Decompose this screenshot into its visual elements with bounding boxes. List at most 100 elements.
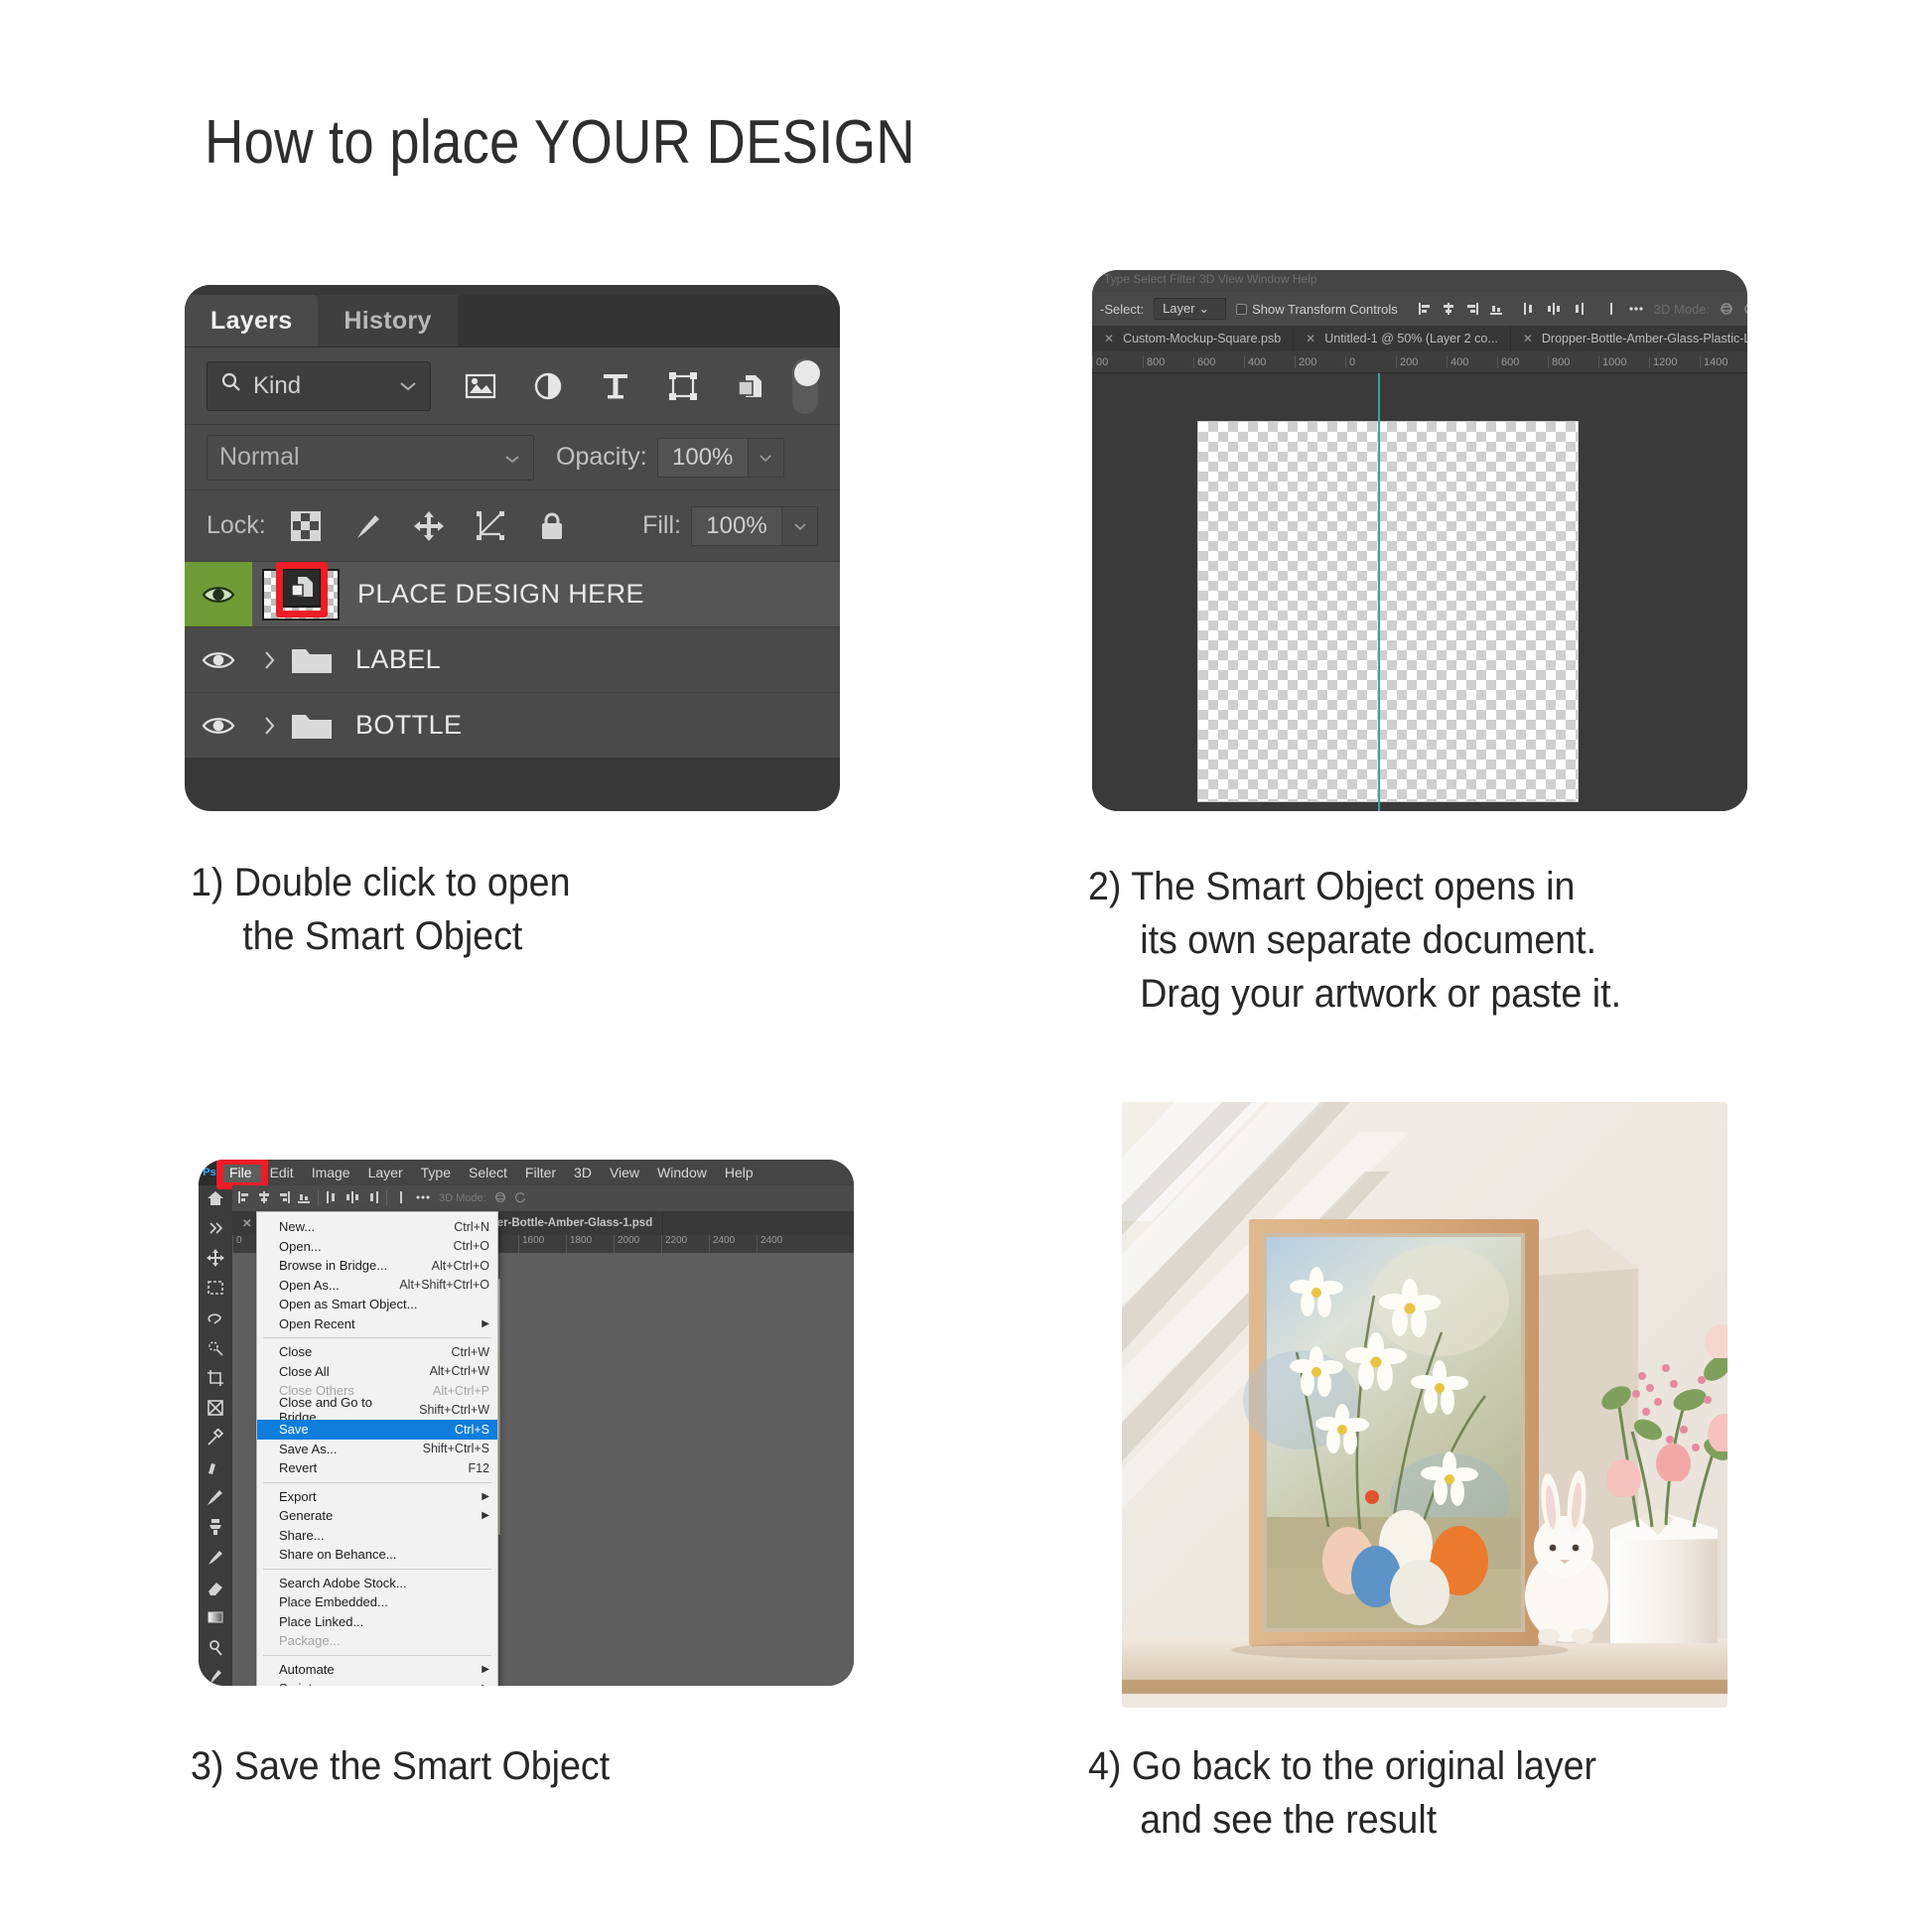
- menu-option-revert[interactable]: Revert F12: [257, 1458, 497, 1478]
- gradient-tool-icon[interactable]: [205, 1608, 226, 1626]
- layer-visibility-toggle[interactable]: [185, 627, 252, 692]
- pen-tool-icon[interactable]: [205, 1668, 226, 1686]
- file-dropdown-menu[interactable]: New... Ctrl+N Open... Ctrl+O Browse in Bri…: [256, 1211, 498, 1686]
- menu-option-open-recent[interactable]: Open Recent ▶: [257, 1314, 497, 1334]
- frame-tool-icon[interactable]: [205, 1399, 226, 1417]
- chevron-right-icon[interactable]: [252, 649, 286, 671]
- distribute-center-icon[interactable]: [346, 1190, 358, 1206]
- opacity-input[interactable]: 100%: [656, 437, 749, 478]
- menu-item-file[interactable]: File: [220, 1160, 261, 1185]
- distribute-left-icon[interactable]: [1523, 301, 1537, 317]
- filter-enable-toggle[interactable]: [792, 357, 820, 414]
- distribute-vertical-icon[interactable]: [395, 1190, 407, 1206]
- menu-option-automate[interactable]: Automate ▶: [257, 1660, 497, 1680]
- menu-item-image[interactable]: Image: [303, 1160, 359, 1185]
- blend-mode-select[interactable]: Normal: [207, 434, 534, 481]
- align-right-icon[interactable]: [278, 1190, 290, 1206]
- eyedropper-tool-icon[interactable]: [205, 1429, 226, 1447]
- menu-option-export[interactable]: Export ▶: [257, 1487, 497, 1507]
- align-bottom-icon[interactable]: [298, 1191, 310, 1206]
- layer-visibility-toggle[interactable]: [185, 562, 252, 626]
- canvas-area[interactable]: [1092, 373, 1747, 811]
- lock-transparent-pixels-icon[interactable]: [286, 506, 326, 546]
- smart-object-icon[interactable]: [731, 366, 770, 406]
- three-d-orbit-icon[interactable]: [494, 1191, 506, 1206]
- lasso-tool-icon[interactable]: [205, 1310, 226, 1327]
- align-left-icon[interactable]: [1418, 301, 1432, 317]
- adjustment-layer-icon[interactable]: [528, 366, 568, 406]
- horizontal-ruler[interactable]: 00 800 600 400 200 0 200 400 600 800 100…: [1092, 351, 1747, 373]
- move-tool-icon[interactable]: [205, 1249, 226, 1268]
- menu-option-share-on-behance[interactable]: Share on Behance...: [257, 1545, 497, 1565]
- lock-artboard-icon[interactable]: [471, 506, 510, 546]
- opacity-chevron-down-icon[interactable]: [748, 437, 784, 478]
- eraser-tool-icon[interactable]: [205, 1579, 226, 1596]
- menu-item-layer[interactable]: Layer: [359, 1160, 412, 1185]
- clone-stamp-tool-icon[interactable]: [205, 1518, 226, 1536]
- menu-option-close[interactable]: Close Ctrl+W: [257, 1342, 497, 1362]
- table-row[interactable]: PLACE DESIGN HERE: [185, 561, 840, 626]
- brush-tool-icon[interactable]: [205, 1488, 226, 1506]
- expand-panel-icon[interactable]: [205, 1219, 226, 1237]
- transparent-artboard[interactable]: [1197, 421, 1579, 802]
- table-row[interactable]: LABEL: [185, 626, 840, 692]
- home-icon[interactable]: [205, 1189, 226, 1207]
- auto-select-scope-dropdown[interactable]: Layer ⌄: [1154, 298, 1227, 320]
- menu-option-generate[interactable]: Generate ▶: [257, 1506, 497, 1526]
- menu-option-search-adobe-stock[interactable]: Search Adobe Stock...: [257, 1574, 497, 1593]
- document-tab[interactable]: ✕ Custom-Mockup-Square.psb: [1092, 326, 1295, 351]
- show-transform-controls-checkbox[interactable]: Show Transform Controls: [1236, 302, 1398, 317]
- menu-option-scripts[interactable]: Scripts ▶: [257, 1679, 497, 1686]
- distribute-center-icon[interactable]: [1547, 301, 1561, 317]
- menu-option-open[interactable]: Open... Ctrl+O: [257, 1237, 497, 1257]
- history-brush-tool-icon[interactable]: [205, 1549, 226, 1567]
- menu-item-edit[interactable]: Edit: [261, 1160, 303, 1185]
- align-right-icon[interactable]: [1465, 301, 1479, 317]
- menu-option-save[interactable]: Save Ctrl+S: [257, 1420, 497, 1440]
- align-left-icon[interactable]: [238, 1190, 250, 1206]
- tab-layers[interactable]: Layers: [185, 295, 319, 346]
- more-options-icon[interactable]: [415, 1191, 431, 1206]
- align-center-horizontal-icon[interactable]: [1442, 301, 1455, 317]
- align-bottom-icon[interactable]: [1489, 301, 1503, 317]
- distribute-vertical-icon[interactable]: [1604, 301, 1618, 317]
- menu-option-close-all[interactable]: Close All Alt+Ctrl+W: [257, 1362, 497, 1382]
- lock-all-icon[interactable]: [532, 506, 572, 546]
- pixel-layer-icon[interactable]: [461, 366, 500, 406]
- menu-option-save-as[interactable]: Save As... Shift+Ctrl+S: [257, 1440, 497, 1459]
- document-tab[interactable]: ✕ Untitled-1 @ 50% (Layer 2 co...: [1294, 326, 1511, 351]
- close-icon[interactable]: ✕: [242, 1216, 252, 1230]
- distribute-right-icon[interactable]: [1571, 301, 1585, 317]
- three-d-roll-icon[interactable]: [514, 1191, 526, 1206]
- menu-option-new[interactable]: New... Ctrl+N: [257, 1217, 497, 1237]
- layer-visibility-toggle[interactable]: [185, 693, 252, 758]
- lock-image-pixels-icon[interactable]: [347, 506, 387, 546]
- menu-item-filter[interactable]: Filter: [516, 1160, 565, 1185]
- menu-item-view[interactable]: View: [601, 1160, 648, 1185]
- filter-kind-select[interactable]: Kind: [207, 360, 432, 411]
- menu-item-3d[interactable]: 3D: [565, 1160, 601, 1185]
- close-icon[interactable]: ✕: [1306, 332, 1315, 345]
- menu-option-open-as-smart-object[interactable]: Open as Smart Object...: [257, 1295, 497, 1314]
- menu-item-window[interactable]: Window: [648, 1160, 716, 1185]
- three-d-roll-icon[interactable]: [1743, 301, 1747, 317]
- menu-option-close-and-go-to-bridge[interactable]: Close and Go to Bridge... Shift+Ctrl+W: [257, 1395, 497, 1425]
- shape-layer-icon[interactable]: [663, 366, 703, 406]
- type-layer-icon[interactable]: [596, 366, 635, 406]
- quick-select-tool-icon[interactable]: [205, 1339, 226, 1357]
- dodge-tool-icon[interactable]: [205, 1638, 226, 1656]
- menu-item-help[interactable]: Help: [716, 1160, 762, 1185]
- menu-option-place-linked[interactable]: Place Linked...: [257, 1612, 497, 1632]
- chevron-right-icon[interactable]: [252, 715, 286, 737]
- document-tab[interactable]: ✕ Dropper-Bottle-Amber-Glass-Plastic-Lid-…: [1511, 326, 1747, 351]
- close-icon[interactable]: ✕: [1104, 332, 1114, 345]
- close-icon[interactable]: ✕: [1523, 332, 1533, 345]
- three-d-orbit-icon[interactable]: [1720, 301, 1733, 317]
- distribute-right-icon[interactable]: [366, 1190, 378, 1206]
- marquee-tool-icon[interactable]: [205, 1279, 226, 1297]
- tab-history[interactable]: History: [318, 295, 458, 346]
- menu-option-share[interactable]: Share...: [257, 1526, 497, 1546]
- more-options-icon[interactable]: [1628, 301, 1644, 317]
- table-row[interactable]: BOTTLE: [185, 692, 840, 758]
- lock-position-icon[interactable]: [409, 506, 449, 546]
